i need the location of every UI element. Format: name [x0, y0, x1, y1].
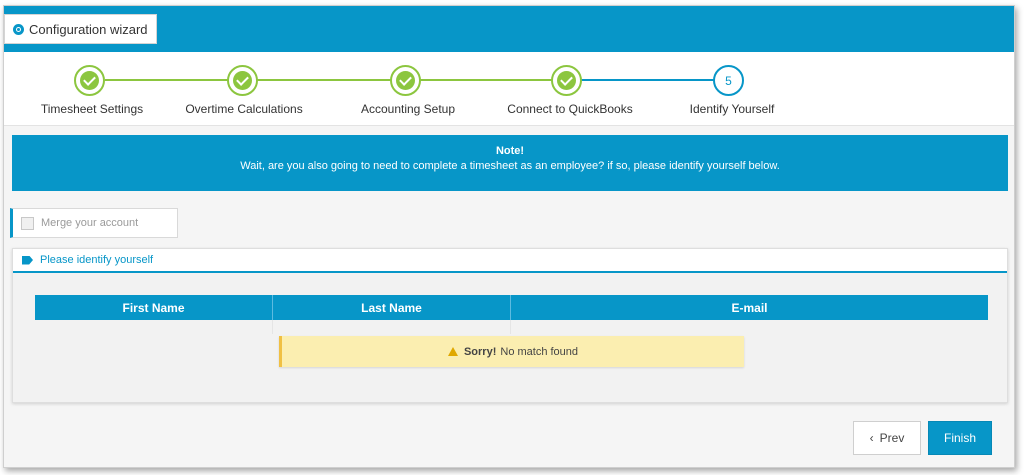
alert-strong: Sorry! — [463, 345, 497, 358]
configuration-wizard-tab[interactable]: Configuration wizard — [4, 14, 157, 44]
prev-label: Prev — [879, 431, 905, 445]
employee-table: First Name Last Name E-mail — [35, 295, 988, 334]
panel-title: Please identify yourself — [40, 254, 154, 266]
identify-panel: Please identify yourself First Name Last… — [12, 248, 1008, 403]
wizard-window: Configuration wizard 5 Timesheet Setting… — [3, 5, 1015, 468]
note-message: Wait, are you also going to need to comp… — [240, 160, 780, 172]
check-icon — [233, 71, 252, 90]
table-cell — [273, 320, 511, 334]
checkbox[interactable] — [21, 216, 34, 230]
step-label-connect-quickbooks: Connect to QuickBooks — [507, 102, 633, 116]
wizard-tab-label: Configuration wizard — [29, 21, 148, 37]
step-label-identify-yourself: Identify Yourself — [689, 102, 775, 116]
finish-button[interactable]: Finish — [928, 421, 992, 455]
step-connector — [408, 79, 569, 81]
step-5-active[interactable]: 5 — [713, 65, 744, 96]
merge-account-checkbox[interactable]: Merge your account — [10, 208, 178, 238]
table-row — [35, 320, 988, 334]
column-last-name[interactable]: Last Name — [273, 295, 511, 320]
step-label-overtime-calculations: Overtime Calculations — [185, 102, 303, 116]
step-number: 5 — [725, 73, 732, 88]
prev-button[interactable]: ‹ Prev — [853, 421, 921, 455]
top-bar: Configuration wizard — [4, 6, 1014, 52]
no-match-alert: Sorry! No match found — [279, 336, 744, 367]
column-email[interactable]: E-mail — [511, 295, 988, 320]
tag-icon — [22, 255, 33, 265]
wizard-steps: 5 Timesheet Settings Overtime Calculatio… — [4, 52, 1014, 126]
check-icon — [396, 71, 415, 90]
step-label-timesheet-settings: Timesheet Settings — [40, 102, 144, 116]
step-1-complete[interactable] — [74, 65, 105, 96]
column-first-name[interactable]: First Name — [35, 295, 273, 320]
check-icon — [80, 71, 99, 90]
step-3-complete[interactable] — [390, 65, 421, 96]
table-cell — [511, 320, 988, 334]
table-header: First Name Last Name E-mail — [35, 295, 988, 320]
panel-header: Please identify yourself — [13, 249, 1007, 273]
merge-account-label: Merge your account — [41, 217, 139, 229]
step-connector — [245, 79, 408, 81]
table-cell — [35, 320, 273, 334]
alert-message: No match found — [500, 345, 579, 358]
step-connector — [569, 79, 728, 81]
circle-arrow-icon — [13, 23, 24, 35]
note-title: Note! — [495, 145, 525, 157]
note-banner: Note! Wait, are you also going to need t… — [12, 135, 1008, 191]
step-label-accounting-setup: Accounting Setup — [360, 102, 456, 116]
warning-icon — [447, 347, 458, 356]
step-4-complete[interactable] — [551, 65, 582, 96]
step-connector — [105, 79, 245, 81]
check-icon — [557, 71, 576, 90]
step-2-complete[interactable] — [227, 65, 258, 96]
chevron-left-icon: ‹ — [869, 431, 874, 445]
